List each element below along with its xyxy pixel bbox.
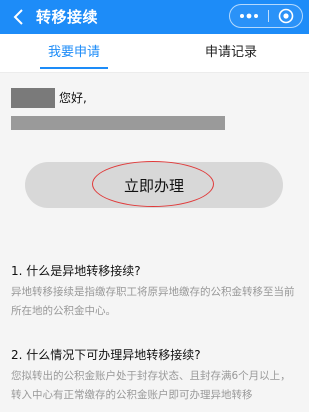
redacted-name <box>11 88 55 108</box>
target-close-icon <box>278 8 294 24</box>
tab-records[interactable]: 申请记录 <box>195 34 267 72</box>
page-title: 转移接续 <box>36 8 99 26</box>
faq-answer: 异地转移接续是指缴存职工将原异地缴存的公积金转移至当前所在地的公积金中心。 <box>11 286 295 317</box>
apply-now-button[interactable]: 立即办理 <box>25 162 283 208</box>
more-dots-icon <box>240 13 258 19</box>
chevron-left-icon <box>13 9 23 25</box>
faq-item: 2. 什么情况下可办理异地转移接续? 您拟转出的公积金账户处于封存状态、且封存满… <box>11 346 301 405</box>
faq-question: 1. 什么是异地转移接续? <box>11 264 141 278</box>
redacted-info <box>11 116 225 130</box>
back-button[interactable] <box>8 7 28 27</box>
active-tab-indicator <box>40 67 108 69</box>
mini-program-capsule <box>229 4 303 28</box>
more-button[interactable] <box>230 5 268 27</box>
close-button[interactable] <box>270 5 302 27</box>
faq-answer: 您拟转出的公积金账户处于封存状态、且封存满6个月以上，转入中心有正常缴存的公积金… <box>11 370 291 401</box>
faq-item: 1. 什么是异地转移接续? 异地转移接续是指缴存职工将原异地缴存的公积金转移至当… <box>11 262 301 321</box>
app-header: 转移接续 <box>0 0 309 34</box>
greeting-text: 您好, <box>59 91 87 105</box>
faq-question: 2. 什么情况下可办理异地转移接续? <box>11 348 201 362</box>
greeting: 您好, <box>11 88 131 110</box>
tab-bar: 我要申请 申请记录 <box>0 34 309 73</box>
capsule-divider <box>268 10 269 22</box>
